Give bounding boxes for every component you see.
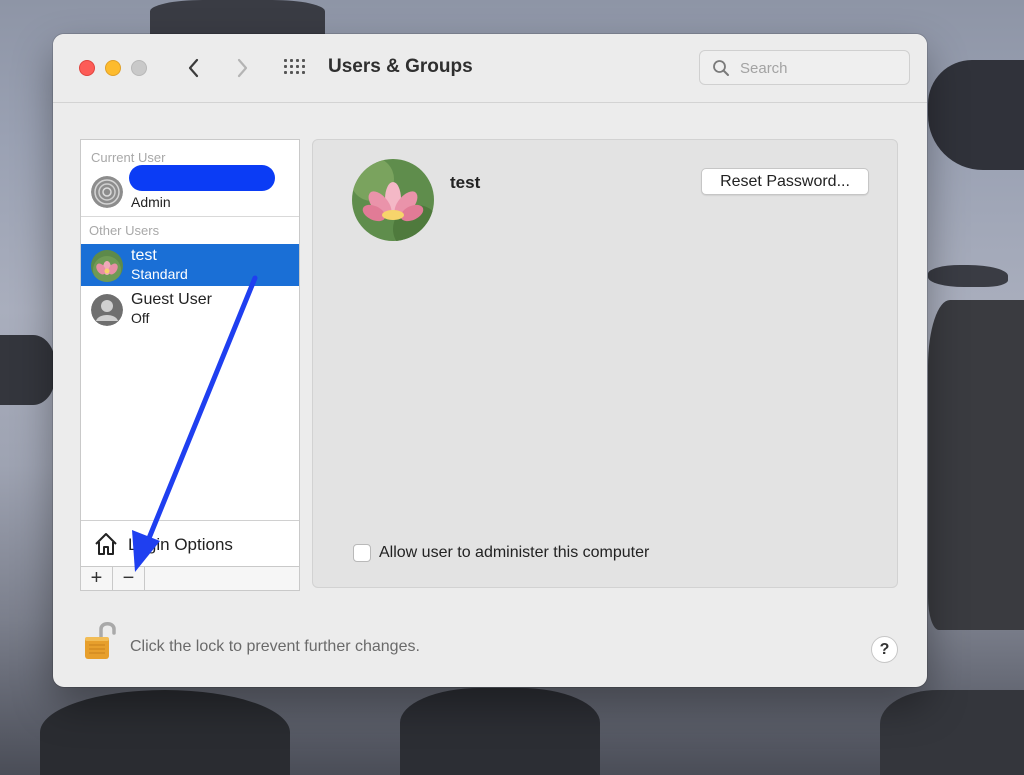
divider	[81, 216, 299, 217]
detail-user-name: test	[450, 173, 481, 192]
user-role: Standard	[131, 266, 188, 282]
unlocked-lock-icon[interactable]	[83, 619, 117, 661]
house-icon	[95, 533, 117, 555]
user-role: Off	[131, 310, 150, 326]
minimize-window-button[interactable]	[105, 60, 121, 76]
search-input[interactable]	[740, 58, 900, 78]
add-remove-bar: + −	[81, 566, 299, 590]
show-all-grid-button[interactable]	[283, 57, 307, 79]
user-row-guest[interactable]: Guest User Off	[81, 288, 299, 330]
desktop-rock	[0, 335, 55, 405]
desktop-rock	[928, 300, 1024, 630]
close-window-button[interactable]	[79, 60, 95, 76]
chevron-left-icon	[188, 58, 199, 78]
avatar	[91, 294, 123, 326]
login-options-item[interactable]: Login Options	[81, 520, 299, 566]
desktop-rock	[880, 690, 1024, 775]
search-icon	[713, 60, 729, 76]
help-button[interactable]: ?	[871, 636, 898, 663]
user-role: Admin	[131, 194, 171, 210]
desktop-rock	[928, 60, 1024, 170]
reset-password-button[interactable]: Reset Password...	[701, 168, 869, 195]
lock-status-text: Click the lock to prevent further change…	[130, 638, 420, 655]
search-field[interactable]	[699, 50, 910, 85]
back-button[interactable]	[180, 53, 208, 83]
current-user-section-label: Current User	[91, 150, 166, 165]
desktop-rock	[928, 265, 1008, 287]
user-name: test	[131, 247, 157, 264]
user-list: Current User Admin Other Users test Stan…	[80, 139, 300, 591]
avatar	[91, 176, 123, 208]
zoom-window-button[interactable]	[131, 60, 147, 76]
allow-admin-checkbox[interactable]	[353, 544, 371, 562]
user-detail-pane: test Reset Password... Allow user to adm…	[312, 139, 898, 588]
forward-button[interactable]	[228, 53, 256, 83]
redacted-username	[129, 165, 275, 191]
allow-admin-label[interactable]: Allow user to administer this computer	[379, 544, 649, 562]
add-user-button[interactable]: +	[81, 567, 113, 590]
avatar	[91, 250, 123, 282]
other-users-section-label: Other Users	[89, 223, 160, 238]
user-picture[interactable]	[352, 159, 434, 241]
remove-user-button[interactable]: −	[113, 567, 145, 590]
user-name: Guest User	[131, 291, 212, 308]
chevron-right-icon	[237, 58, 248, 78]
login-options-label: Login Options	[128, 535, 233, 554]
title-bar: Users & Groups	[53, 34, 927, 103]
user-row-test[interactable]: test Standard	[81, 244, 299, 286]
desktop-rock	[40, 690, 290, 775]
window-title: Users & Groups	[328, 56, 473, 77]
desktop-rock	[400, 688, 600, 775]
preferences-window: Users & Groups Current User Admin Other …	[53, 34, 927, 687]
desktop-rock	[150, 0, 325, 38]
